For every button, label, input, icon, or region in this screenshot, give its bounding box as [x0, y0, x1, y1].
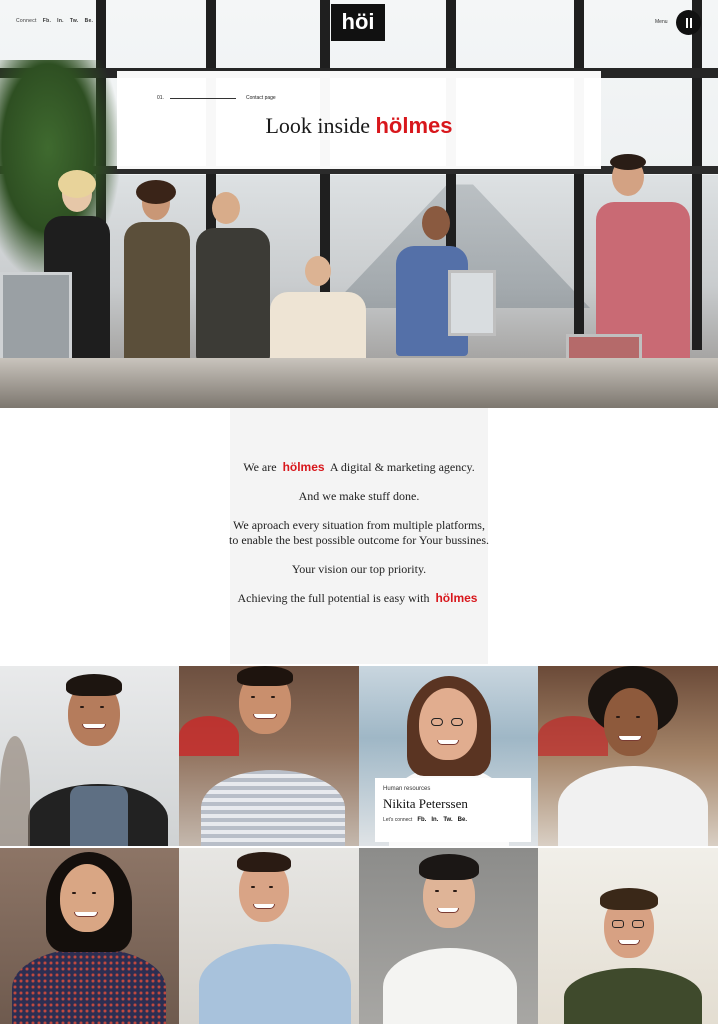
- team-member-name: Nikita Peterssen: [383, 796, 468, 811]
- social-link-be[interactable]: Be.: [85, 18, 94, 24]
- social-link-in[interactable]: In.: [431, 817, 438, 823]
- social-link-in[interactable]: In.: [57, 18, 64, 24]
- intro-line-2: And we make stuff done.: [298, 489, 420, 503]
- connect-nav: Connect Fb. In. Tw. Be.: [16, 18, 93, 24]
- intro-line-1: We are hölmes A digital & marketing agen…: [0, 460, 718, 475]
- intro-text: We are hölmes A digital & marketing agen…: [0, 460, 718, 620]
- page-title: Look inside hölmes: [117, 113, 601, 139]
- intro-line-1-prefix: We are: [243, 460, 277, 474]
- team-member-photo[interactable]: [538, 848, 718, 1024]
- team-member-photo-featured[interactable]: Human resources Nikita Peterssen Let's c…: [359, 666, 538, 846]
- monitor: [448, 270, 496, 336]
- team-member-social: Let's connect Fb. In. Tw. Be.: [383, 817, 523, 823]
- crumb-number: 01.: [157, 95, 164, 101]
- intro-line-5: Achieving the full potential is easy wit…: [0, 591, 718, 606]
- menu-button[interactable]: [676, 10, 701, 35]
- crumb-divider: [169, 97, 236, 99]
- social-link-tw[interactable]: Tw.: [443, 817, 452, 823]
- team-member-photo[interactable]: [0, 666, 179, 846]
- title-prefix: Look inside: [265, 113, 370, 138]
- breadcrumb: 01. Contact page: [157, 95, 276, 101]
- intro-line-3b: to enable the best possible outcome for …: [229, 533, 489, 547]
- hero-section: [0, 0, 718, 408]
- intro-brand: hölmes: [435, 591, 478, 605]
- team-member-photo[interactable]: [179, 848, 359, 1024]
- office-desk: [0, 358, 718, 408]
- team-member-photo[interactable]: [538, 666, 718, 846]
- title-brand: hölmes: [375, 113, 453, 138]
- team-member-photo[interactable]: [0, 848, 179, 1024]
- intro-line-1-suffix: A digital & marketing agency.: [329, 460, 475, 474]
- team-member-photo[interactable]: [359, 848, 538, 1024]
- team-grid: Human resources Nikita Peterssen Let's c…: [0, 666, 718, 1024]
- team-member-photo[interactable]: [179, 666, 359, 846]
- connect-label: Let's connect: [383, 817, 413, 823]
- team-member-card: Human resources Nikita Peterssen Let's c…: [375, 778, 531, 842]
- menu-icon: [685, 17, 688, 28]
- intro-line-5-prefix: Achieving the full potential is easy wit…: [237, 591, 430, 605]
- intro-line-3: We aproach every situation from multiple…: [0, 518, 718, 548]
- monitor: [0, 272, 72, 368]
- menu-label[interactable]: Menu: [655, 19, 668, 25]
- site-logo[interactable]: höi: [331, 4, 385, 41]
- social-link-tw[interactable]: Tw.: [70, 18, 79, 24]
- social-link-fb[interactable]: Fb.: [43, 18, 51, 24]
- title-card: 01. Contact page Look inside hölmes: [117, 71, 601, 169]
- social-link-fb[interactable]: Fb.: [417, 817, 426, 823]
- intro-brand: hölmes: [282, 460, 325, 474]
- intro-line-3a: We aproach every situation from multiple…: [233, 518, 485, 532]
- social-link-be[interactable]: Be.: [458, 817, 467, 823]
- team-member-role: Human resources: [383, 786, 431, 792]
- intro-line-4: Your vision our top priority.: [291, 562, 427, 576]
- crumb-label: Contact page: [245, 95, 276, 101]
- connect-label: Connect: [16, 18, 37, 24]
